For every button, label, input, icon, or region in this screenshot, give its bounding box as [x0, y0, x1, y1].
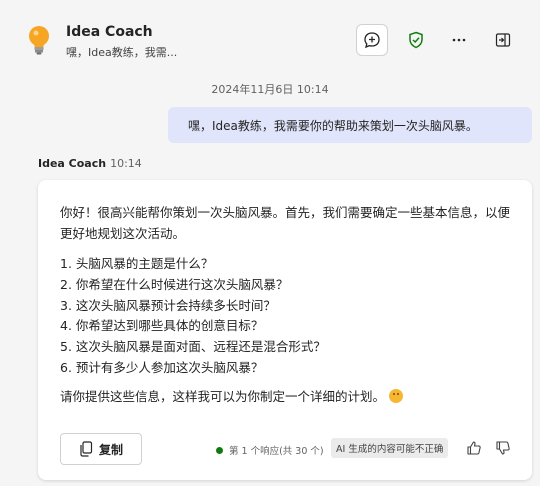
bot-outro-text: 请你提供这些信息，这样我可以为你制定一个详细的计划。	[60, 389, 386, 404]
thumbs-down-icon[interactable]	[495, 440, 511, 456]
more-options-button[interactable]	[443, 24, 475, 56]
list-item: 6. 预计有多少人参加这次头脑风暴？	[60, 359, 264, 375]
chat-title: Idea Coach	[66, 24, 153, 40]
list-item: 3. 这次头脑风暴预计会持续多长时间？	[60, 297, 276, 313]
ai-disclaimer-badge: AI 生成的内容可能不正确	[331, 438, 449, 458]
bot-name: Idea Coach	[38, 157, 107, 170]
bot-message-card: 你好！很高兴能帮你策划一次头脑风暴。首先，我们需要确定一些基本信息，以便更好地规…	[38, 180, 532, 480]
list-item: 5. 这次头脑风暴是面对面、远程还是混合形式？	[60, 339, 326, 355]
status-dot	[216, 446, 223, 454]
bot-message-meta: Idea Coach 10:14	[38, 157, 142, 170]
bot-outro: 请你提供这些信息，这样我可以为你制定一个详细的计划。	[60, 387, 520, 407]
open-panel-button[interactable]	[487, 24, 519, 56]
shield-check-icon	[409, 31, 423, 49]
thumbs-up-icon[interactable]	[466, 440, 482, 456]
user-message: 嘿，Idea教练，我需要你的帮助来策划一次头脑风暴。	[168, 107, 532, 143]
response-counter-text: 第 1 个响应(共 30 个)	[229, 446, 324, 457]
question-list: 1. 头脑风暴的主题是什么？ 2. 你希望在什么时候进行这次头脑风暴？ 3. 这…	[60, 254, 520, 379]
smiling-face-icon	[389, 389, 404, 403]
date-divider: 2024年11月6日 10:14	[211, 83, 329, 96]
more-icon	[452, 38, 466, 42]
open-panel-icon	[495, 33, 511, 47]
lightbulb-icon	[29, 26, 49, 55]
copy-icon	[80, 441, 93, 457]
new-chat-button[interactable]	[356, 24, 388, 56]
protection-button[interactable]	[400, 24, 432, 56]
new-chat-icon	[364, 32, 380, 49]
bot-intro-text: 你好！很高兴能帮你策划一次头脑风暴。首先，我们需要确定一些基本信息，以便更好地规…	[60, 205, 511, 241]
list-item: 4. 你希望达到哪些具体的创意目标？	[60, 318, 264, 334]
response-counter: 第 1 个响应(共 30 个)	[216, 443, 324, 457]
list-item: 2. 你希望在什么时候进行这次头脑风暴？	[60, 276, 289, 292]
list-item: 1. 头脑风暴的主题是什么？	[60, 256, 214, 271]
bot-time: 10:14	[110, 157, 142, 170]
copy-label: 复制	[98, 442, 123, 457]
copy-button[interactable]: 复制	[60, 433, 142, 465]
chat-subtitle: 嘿，Idea教练，我需...	[66, 46, 178, 59]
chat-header: Idea Coach 嘿，Idea教练，我需...	[0, 0, 540, 78]
